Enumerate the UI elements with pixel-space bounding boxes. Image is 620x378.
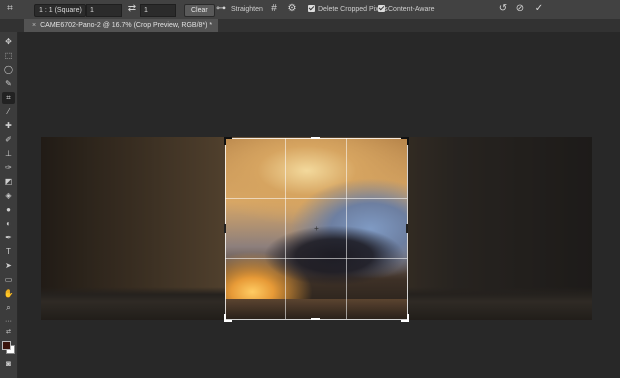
document-tab-bar: × CAME6702-Pano-2 @ 16.7% (Crop Preview, … (0, 19, 620, 32)
crop-center-crosshair-icon: + (314, 224, 319, 233)
quick-mask-icon[interactable]: ◙ (2, 358, 15, 370)
crop-handle-top[interactable] (311, 137, 320, 139)
clone-stamp-tool-icon[interactable]: ⊥ (2, 148, 15, 160)
path-select-tool-icon[interactable]: ➤ (2, 260, 15, 272)
cropped-area-left (41, 137, 225, 320)
pen-tool-icon[interactable]: ✒ (2, 232, 15, 244)
marquee-tool-icon[interactable]: ⬚ (2, 50, 15, 62)
ratio-preset-select[interactable]: 1 : 1 (Square) (34, 4, 86, 17)
history-brush-tool-icon[interactable]: ✑ (2, 162, 15, 174)
cancel-icon[interactable]: ⊘ (514, 3, 526, 15)
crop-handle-top-right[interactable] (401, 137, 409, 145)
healing-brush-tool-icon[interactable]: ✚ (2, 120, 15, 132)
checkbox-checked-icon (378, 4, 385, 12)
crop-handle-left[interactable] (224, 224, 226, 233)
lasso-tool-icon[interactable]: ◯ (2, 64, 15, 76)
quick-select-tool-icon[interactable]: ✎ (2, 78, 15, 90)
document-title: CAME6702-Pano-2 @ 16.7% (Crop Preview, R… (40, 22, 213, 29)
eraser-tool-icon[interactable]: ◩ (2, 176, 15, 188)
options-bar: ⌗ 1 : 1 (Square) 1 ⇄ 1 Clear ⊶ Straighte… (0, 0, 620, 20)
crop-handle-right[interactable] (406, 224, 408, 233)
close-icon[interactable]: × (32, 19, 36, 32)
swap-dimensions-icon[interactable]: ⇄ (126, 3, 138, 15)
clear-button[interactable]: Clear (184, 4, 215, 17)
overlay-grid-icon[interactable]: # (268, 3, 280, 15)
paint-bucket-tool-icon[interactable]: ◈ (2, 190, 15, 202)
commit-checkmark-icon[interactable]: ✓ (533, 3, 545, 15)
cropped-area-right (407, 137, 592, 320)
height-field[interactable]: 1 (140, 4, 176, 17)
move-tool-icon[interactable]: ✥ (2, 36, 15, 48)
foreground-color-swatch[interactable] (2, 341, 11, 350)
hand-tool-icon[interactable]: ✋ (2, 288, 15, 300)
crop-tool-preset-icon[interactable]: ⌗ (4, 3, 16, 15)
delete-cropped-pixels-checkbox[interactable]: Delete Cropped Pixels (308, 4, 388, 15)
zoom-tool-icon[interactable]: ⌕ (2, 302, 15, 314)
straighten-label[interactable]: Straighten (231, 4, 263, 15)
tools-panel: ✥ ⬚ ◯ ✎ ⌗ ⁄ ✚ ✐ ⊥ ✑ ◩ ◈ ● ◐ ✒ T ➤ ▭ ✋ ⌕ … (0, 32, 18, 378)
content-aware-label: Content-Aware (388, 6, 435, 13)
crop-tool-icon[interactable]: ⌗ (2, 92, 15, 104)
blur-tool-icon[interactable]: ● (2, 204, 15, 216)
rectangle-tool-icon[interactable]: ▭ (2, 274, 15, 286)
width-field[interactable]: 1 (86, 4, 122, 17)
type-tool-icon[interactable]: T (2, 246, 15, 258)
crop-handle-top-left[interactable] (224, 137, 232, 145)
more-tools-icon[interactable]: ··· (2, 316, 15, 328)
crop-handle-bottom-right[interactable] (401, 314, 409, 322)
crop-handle-bottom-left[interactable] (224, 314, 232, 322)
gear-icon[interactable]: ⚙ (286, 3, 298, 15)
swap-colors-icon[interactable]: ⇄ (2, 328, 15, 336)
content-aware-checkbox[interactable]: Content-Aware (378, 4, 435, 15)
reset-icon[interactable]: ↺ (497, 3, 509, 15)
dodge-tool-icon[interactable]: ◐ (2, 218, 15, 230)
crop-handle-bottom[interactable] (311, 318, 320, 320)
eyedropper-tool-icon[interactable]: ⁄ (2, 106, 15, 118)
checkbox-checked-icon (308, 4, 315, 12)
document-tab[interactable]: × CAME6702-Pano-2 @ 16.7% (Crop Preview, … (24, 19, 219, 32)
straighten-icon[interactable]: ⊶ (215, 3, 227, 15)
brush-tool-icon[interactable]: ✐ (2, 134, 15, 146)
